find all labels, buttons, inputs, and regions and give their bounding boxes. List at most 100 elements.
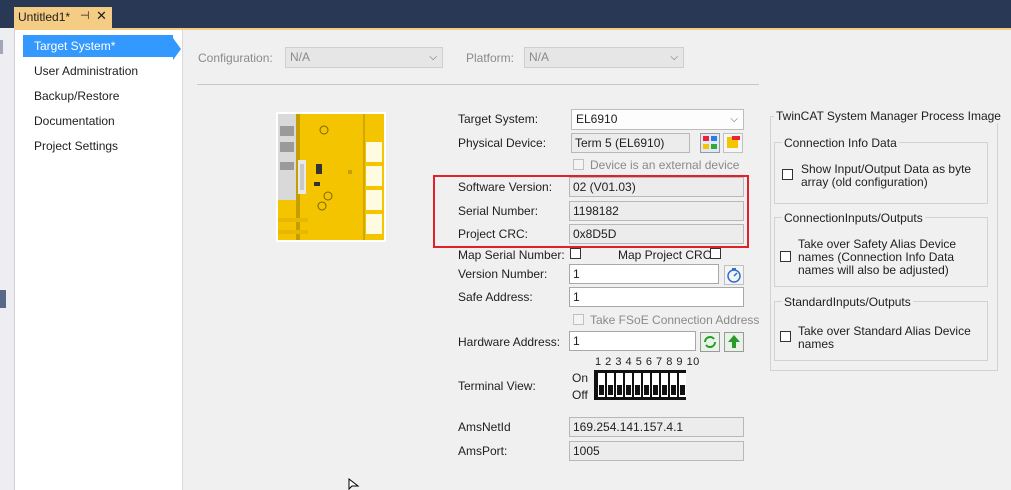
version-refresh-button[interactable] xyxy=(724,265,744,285)
safe-address-label: Safe Address: xyxy=(458,290,533,304)
separator xyxy=(197,84,759,85)
connection-info-title: Connection Info Data xyxy=(782,136,899,150)
take-fsoe-checkbox[interactable] xyxy=(573,314,584,325)
chevron-down-icon: ⌵ xyxy=(730,114,738,125)
sync-icon xyxy=(704,336,716,348)
process-image-title: TwinCAT System Manager Process Image xyxy=(774,109,1003,123)
nav-item-user-administration[interactable]: User Administration xyxy=(23,60,173,82)
take-fsoe-label: Take FSoE Connection Address xyxy=(590,313,760,327)
map-crc-checkbox[interactable] xyxy=(710,248,721,259)
off-label: Off xyxy=(572,388,588,402)
dip-switch[interactable] xyxy=(625,373,632,397)
dip-switch-knob xyxy=(617,385,622,395)
physical-device-value: Term 5 (EL6910) xyxy=(575,136,665,150)
amsnetid-value: 169.254.141.157.4.1 xyxy=(573,420,684,434)
nav-item-label: Backup/Restore xyxy=(34,89,120,103)
device-remove-icon xyxy=(727,136,740,148)
nav-item-backup-restore[interactable]: Backup/Restore xyxy=(23,85,173,107)
dip-switch[interactable] xyxy=(607,373,614,397)
hardware-address-value: 1 xyxy=(573,334,580,348)
target-system-label: Target System: xyxy=(458,112,539,126)
version-number-input[interactable]: 1 xyxy=(569,264,719,284)
connection-io-title: ConnectionInputs/Outputs xyxy=(782,211,925,225)
nav-item-label: Target System* xyxy=(34,39,116,53)
device-tree-icon xyxy=(703,136,717,149)
take-safety-alias-label: Take over Safety Alias Device names (Con… xyxy=(798,237,957,277)
dip-switch-knob xyxy=(671,385,676,395)
show-io-byte-array-label: Show Input/Output Data as byte array (ol… xyxy=(801,162,972,189)
take-safety-alias-checkbox[interactable] xyxy=(780,251,791,262)
platform-select[interactable]: N/A ⌵ xyxy=(524,47,684,68)
map-serial-checkbox[interactable] xyxy=(570,248,581,259)
highlight-box xyxy=(433,175,749,248)
nav-item-project-settings[interactable]: Project Settings xyxy=(23,135,173,157)
external-device-checkbox[interactable] xyxy=(573,159,584,170)
safe-address-value: 1 xyxy=(573,290,580,304)
selection-arrow xyxy=(173,38,181,60)
target-system-value: EL6910 xyxy=(576,112,618,126)
hardware-upload-button[interactable] xyxy=(724,332,744,352)
physical-device-label: Physical Device: xyxy=(458,136,547,150)
configuration-select[interactable]: N/A ⌵ xyxy=(285,47,443,68)
device-clear-button[interactable] xyxy=(723,133,743,153)
external-device-label: Device is an external device xyxy=(590,158,740,172)
dip-switch-knob xyxy=(680,385,685,395)
mouse-cursor-icon xyxy=(348,478,360,490)
amsport-field: 1005 xyxy=(569,441,744,461)
amsnetid-label: AmsNetId xyxy=(458,420,511,434)
version-number-value: 1 xyxy=(573,267,580,281)
configuration-value: N/A xyxy=(290,50,311,64)
document-tab[interactable]: Untitled1* ⊣ ✕ xyxy=(14,7,112,28)
dip-switch[interactable] xyxy=(598,373,605,397)
amsport-value: 1005 xyxy=(573,444,600,458)
dip-switch[interactable] xyxy=(652,373,659,397)
version-number-label: Version Number: xyxy=(458,267,548,281)
show-io-byte-array-checkbox[interactable] xyxy=(782,169,793,180)
title-bar xyxy=(0,0,1011,28)
close-icon[interactable]: ✕ xyxy=(96,8,107,24)
dip-switch-knob xyxy=(653,385,658,395)
map-serial-label: Map Serial Number: xyxy=(458,248,565,262)
chevron-down-icon: ⌵ xyxy=(670,52,678,63)
dip-switch[interactable] xyxy=(670,373,677,397)
nav-item-documentation[interactable]: Documentation xyxy=(23,110,173,132)
dip-switch-knob xyxy=(644,385,649,395)
nav-item-label: Documentation xyxy=(34,114,115,128)
dip-switch-block[interactable] xyxy=(594,370,686,400)
take-standard-alias-checkbox[interactable] xyxy=(780,331,791,342)
left-toolwindow-edge xyxy=(0,28,15,490)
stopwatch-icon xyxy=(727,268,741,283)
dip-switch[interactable] xyxy=(643,373,650,397)
target-system-select[interactable]: EL6910 ⌵ xyxy=(571,109,744,130)
amsport-label: AmsPort: xyxy=(458,444,508,458)
terminal-image xyxy=(276,112,386,242)
document-tab-title: Untitled1* xyxy=(18,10,71,24)
dip-switch-knob xyxy=(635,385,640,395)
safe-address-input[interactable]: 1 xyxy=(569,287,744,307)
pin-icon[interactable]: ⊣ xyxy=(80,9,90,22)
hardware-address-label: Hardware Address: xyxy=(458,335,561,349)
standard-io-title: StandardInputs/Outputs xyxy=(782,295,913,309)
device-select-button[interactable] xyxy=(700,133,720,153)
take-standard-alias-label: Take over Standard Alias Device names xyxy=(798,324,971,351)
dip-switch[interactable] xyxy=(616,373,623,397)
dip-switch[interactable] xyxy=(634,373,641,397)
dip-switch-knob xyxy=(662,385,667,395)
hardware-address-input[interactable]: 1 xyxy=(569,331,696,351)
nav-item-target-system[interactable]: Target System* xyxy=(23,35,173,57)
dip-switch[interactable] xyxy=(679,373,686,397)
terminal-view-label: Terminal View: xyxy=(458,379,536,393)
nav-item-label: Project Settings xyxy=(34,139,119,153)
chevron-down-icon: ⌵ xyxy=(429,52,437,63)
hardware-sync-button[interactable] xyxy=(700,332,720,352)
map-crc-label: Map Project CRC: xyxy=(618,248,715,262)
dip-switch[interactable] xyxy=(661,373,668,397)
platform-label: Platform: xyxy=(466,51,515,65)
dip-switch-knob xyxy=(626,385,631,395)
dip-switch-knob xyxy=(599,385,604,395)
nav-panel: Target System* User Administration Backu… xyxy=(15,30,183,490)
platform-value: N/A xyxy=(529,50,550,64)
amsnetid-field: 169.254.141.157.4.1 xyxy=(569,417,744,437)
configuration-label: Configuration: xyxy=(198,51,273,65)
physical-device-field[interactable]: Term 5 (EL6910) xyxy=(571,133,690,153)
